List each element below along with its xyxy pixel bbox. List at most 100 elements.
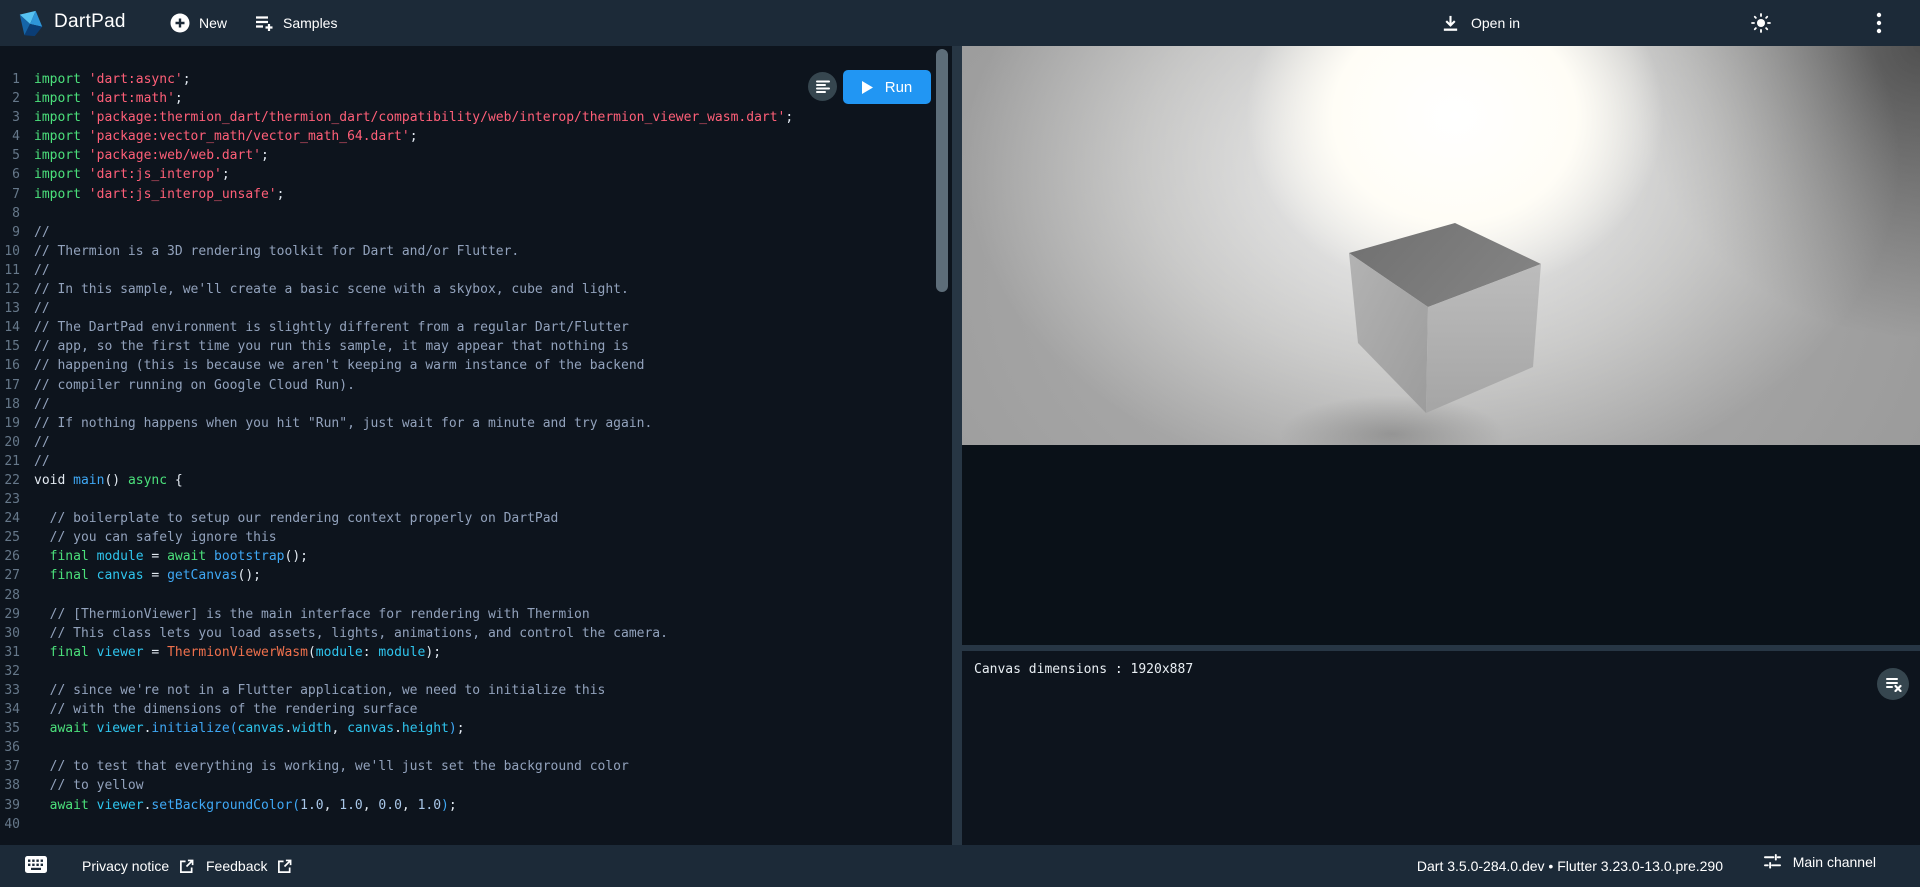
- code-line[interactable]: 12// In this sample, we'll create a basi…: [0, 280, 938, 299]
- code-line[interactable]: 40: [0, 815, 938, 834]
- code-line[interactable]: 13//: [0, 299, 938, 318]
- clear-console-button[interactable]: [1877, 668, 1909, 700]
- rendered-cube: [962, 46, 1920, 445]
- line-number: 31: [0, 643, 34, 662]
- channel-selector[interactable]: Main channel: [1763, 853, 1876, 870]
- code-line[interactable]: 28: [0, 586, 938, 605]
- code-line[interactable]: 21//: [0, 452, 938, 471]
- code-line[interactable]: 25 // you can safely ignore this: [0, 528, 938, 547]
- code-line[interactable]: 7import 'dart:js_interop_unsafe';: [0, 185, 938, 204]
- line-number: 1: [0, 70, 34, 89]
- keyboard-shortcuts-button[interactable]: [24, 855, 48, 877]
- code-line[interactable]: 17// compiler running on Google Cloud Ru…: [0, 376, 938, 395]
- code-line[interactable]: 36: [0, 738, 938, 757]
- dartpad-logo-icon: [16, 8, 46, 38]
- new-button-label: New: [199, 15, 227, 31]
- line-number: 8: [0, 204, 34, 223]
- code-line[interactable]: 4import 'package:vector_math/vector_math…: [0, 127, 938, 146]
- code-line[interactable]: 23: [0, 490, 938, 509]
- code-text: import 'dart:async';: [34, 72, 191, 87]
- line-number: 12: [0, 280, 34, 299]
- code-line[interactable]: 31 final viewer = ThermionViewerWasm(mod…: [0, 643, 938, 662]
- code-text: // since we're not in a Flutter applicat…: [34, 683, 605, 698]
- code-text: // The DartPad environment is slightly d…: [34, 320, 629, 335]
- code-line[interactable]: 15// app, so the first time you run this…: [0, 337, 938, 356]
- code-line[interactable]: 20//: [0, 433, 938, 452]
- keyboard-icon: [24, 855, 48, 874]
- code-line[interactable]: 1import 'dart:async';: [0, 70, 938, 89]
- console-panel[interactable]: Canvas dimensions : 1920x887: [962, 651, 1920, 845]
- code-line[interactable]: 11//: [0, 261, 938, 280]
- code-text: // app, so the first time you run this s…: [34, 339, 629, 354]
- code-line[interactable]: 16// happening (this is because we aren'…: [0, 356, 938, 375]
- code-text: // Thermion is a 3D rendering toolkit fo…: [34, 244, 519, 259]
- code-line[interactable]: 30 // This class lets you load assets, l…: [0, 624, 938, 643]
- code-line[interactable]: 27 final canvas = getCanvas();: [0, 566, 938, 585]
- code-line[interactable]: 32: [0, 662, 938, 681]
- code-line[interactable]: 33 // since we're not in a Flutter appli…: [0, 681, 938, 700]
- code-line[interactable]: 2import 'dart:math';: [0, 89, 938, 108]
- code-line[interactable]: 24 // boilerplate to setup our rendering…: [0, 509, 938, 528]
- console-output: Canvas dimensions : 1920x887: [974, 662, 1193, 677]
- code-text: //: [34, 301, 50, 316]
- code-text: // you can safely ignore this: [34, 530, 277, 545]
- channel-label: Main channel: [1793, 854, 1876, 870]
- code-line[interactable]: 26 final module = await bootstrap();: [0, 547, 938, 566]
- new-icon: [170, 13, 190, 33]
- run-button[interactable]: Run: [843, 70, 931, 104]
- format-button[interactable]: [808, 72, 837, 101]
- feedback-link[interactable]: Feedback: [206, 858, 292, 874]
- code-line[interactable]: 35 await viewer.initialize(canvas.width,…: [0, 719, 938, 738]
- code-line[interactable]: 38 // to yellow: [0, 776, 938, 795]
- code-line[interactable]: 34 // with the dimensions of the renderi…: [0, 700, 938, 719]
- code-text: import 'dart:math';: [34, 91, 183, 106]
- line-number: 22: [0, 471, 34, 490]
- line-number: 25: [0, 528, 34, 547]
- code-line[interactable]: 37 // to test that everything is working…: [0, 757, 938, 776]
- line-number: 14: [0, 318, 34, 337]
- code-text: final module = await bootstrap();: [34, 549, 308, 564]
- code-editor[interactable]: 1import 'dart:async';2import 'dart:math'…: [0, 46, 952, 845]
- line-number: 4: [0, 127, 34, 146]
- code-text: // to test that everything is working, w…: [34, 759, 629, 774]
- editor-scrollbar[interactable]: [936, 49, 948, 292]
- clear-console-icon: [1885, 677, 1902, 692]
- code-line[interactable]: 39 await viewer.setBackgroundColor(1.0, …: [0, 796, 938, 815]
- overflow-menu-button[interactable]: [1876, 0, 1882, 46]
- line-number: 40: [0, 815, 34, 834]
- code-line[interactable]: 10// Thermion is a 3D rendering toolkit …: [0, 242, 938, 261]
- code-text: //: [34, 397, 50, 412]
- code-line[interactable]: 6import 'dart:js_interop';: [0, 165, 938, 184]
- render-canvas[interactable]: [962, 46, 1920, 445]
- code-line[interactable]: 18//: [0, 395, 938, 414]
- samples-button[interactable]: Samples: [254, 0, 337, 46]
- code-line[interactable]: 29 // [ThermionViewer] is the main inter…: [0, 605, 938, 624]
- code-line[interactable]: 14// The DartPad environment is slightly…: [0, 318, 938, 337]
- line-number: 17: [0, 376, 34, 395]
- code-text: await viewer.initialize(canvas.width, ca…: [34, 721, 465, 736]
- line-number: 38: [0, 776, 34, 795]
- code-text: //: [34, 225, 50, 240]
- privacy-notice-label: Privacy notice: [82, 858, 169, 874]
- vertical-splitter[interactable]: [952, 46, 962, 845]
- line-number: 2: [0, 89, 34, 108]
- privacy-notice-link[interactable]: Privacy notice: [82, 858, 194, 874]
- code-text: //: [34, 263, 50, 278]
- new-button[interactable]: New: [170, 0, 227, 46]
- code-text: // with the dimensions of the rendering …: [34, 702, 418, 717]
- code-line[interactable]: 9//: [0, 223, 938, 242]
- theme-toggle-button[interactable]: [1750, 0, 1772, 46]
- code-text: // If nothing happens when you hit "Run"…: [34, 416, 652, 431]
- line-number: 7: [0, 185, 34, 204]
- code-line[interactable]: 8: [0, 204, 938, 223]
- app-title: DartPad: [54, 11, 126, 33]
- code-line[interactable]: 3import 'package:thermion_dart/thermion_…: [0, 108, 938, 127]
- code-text: // [ThermionViewer] is the main interfac…: [34, 607, 590, 622]
- code-line[interactable]: 19// If nothing happens when you hit "Ru…: [0, 414, 938, 433]
- code-line[interactable]: 5import 'package:web/web.dart';: [0, 146, 938, 165]
- open-in-button[interactable]: Open in: [1441, 0, 1520, 46]
- line-number: 27: [0, 566, 34, 585]
- external-link-icon: [179, 859, 194, 874]
- code-line[interactable]: 22void main() async {: [0, 471, 938, 490]
- code-text: import 'package:thermion_dart/thermion_d…: [34, 110, 793, 125]
